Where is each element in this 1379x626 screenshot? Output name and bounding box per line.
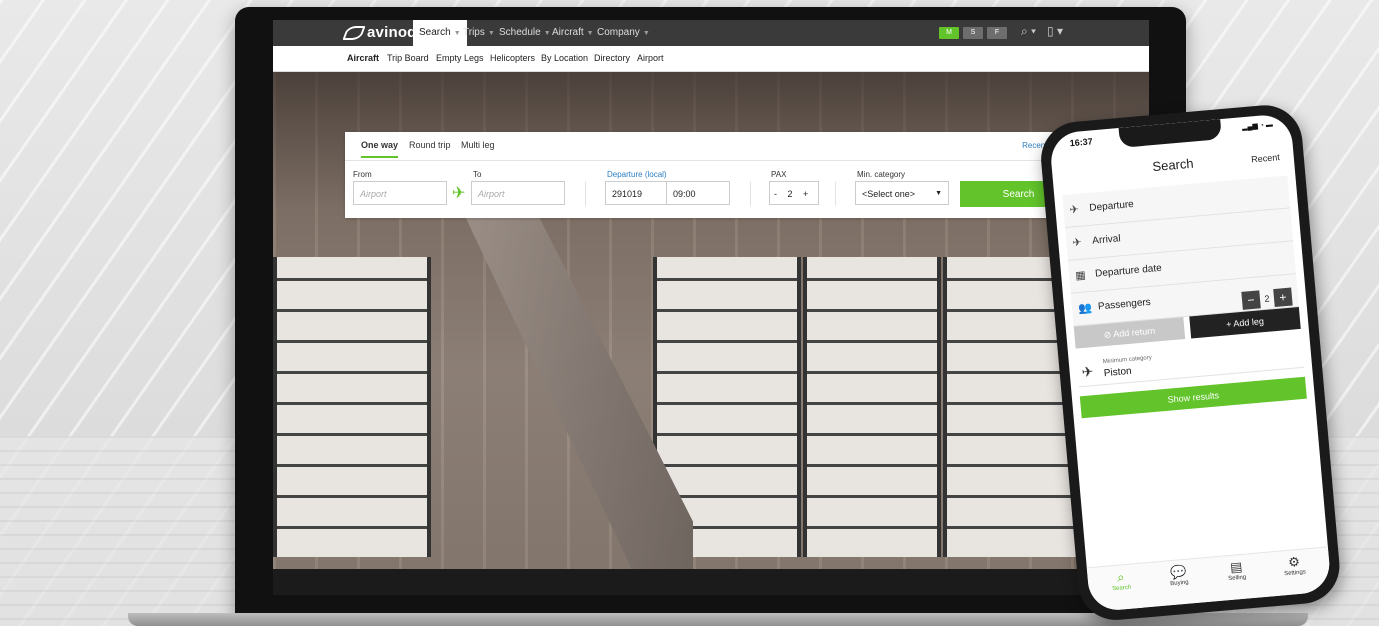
nav-company[interactable]: Company ▼ — [591, 20, 656, 46]
plus-button[interactable]: + — [1273, 287, 1293, 308]
nav-search-label: Search — [419, 27, 451, 38]
pill-m[interactable]: M — [939, 27, 959, 39]
departure-label: Departure (local) — [607, 170, 667, 179]
passengers-row-label: Passengers — [1097, 296, 1152, 313]
divider — [585, 182, 586, 206]
departure-date-row-label: Departure date — [1094, 262, 1163, 280]
subnav-by-location[interactable]: By Location — [541, 46, 588, 71]
minus-button[interactable]: − — [1241, 290, 1261, 310]
search-form: One way Round trip Multi leg Recent Trip… — [345, 132, 1077, 218]
nav-company-label: Company — [597, 27, 640, 38]
pill-f[interactable]: F — [987, 27, 1007, 39]
phone-notch — [1118, 119, 1222, 148]
pax-minus-button[interactable]: - — [774, 189, 777, 199]
departure-date-input[interactable]: 291019 — [605, 181, 667, 205]
landing-icon: ✈ — [1071, 236, 1083, 250]
to-input[interactable]: Airport — [471, 181, 565, 205]
status-icons: ▂▄▆ ◔ ▬ — [1241, 121, 1274, 132]
tab-selling[interactable]: ▤ Selling — [1211, 557, 1263, 583]
tab-settings[interactable]: ⚙ Settings — [1268, 552, 1320, 578]
subnav-helicopters[interactable]: Helicopters — [490, 46, 535, 71]
subnav-airport[interactable]: Airport — [637, 46, 664, 71]
tab-buying[interactable]: 💬 Buying — [1153, 562, 1205, 588]
hangar-window — [803, 257, 941, 557]
tab-search[interactable]: ⌕ Search — [1095, 567, 1147, 593]
from-input[interactable]: Airport — [353, 181, 447, 205]
laptop-screen: avinode Search ▼ Trips ▼ Schedule ▼ Aircraf… — [273, 20, 1149, 569]
airplane-icon: ✈ — [452, 185, 466, 202]
tab-divider — [345, 160, 1077, 161]
chevron-down-icon: ▼ — [642, 30, 650, 37]
tab-selling-label: Selling — [1228, 574, 1247, 583]
mobile-search-list: ✈ Departure ✈ Arrival ▦ Departure date 👥 Pas… — [1062, 175, 1299, 327]
to-label: To — [473, 170, 482, 179]
tab-one-way[interactable]: One way — [361, 140, 399, 158]
phone-screen: 16:37 ▂▄▆ ◔ ▬ Search Recent ✈ Departure ✈… — [1048, 112, 1332, 613]
hangar-window — [273, 257, 431, 557]
divider — [750, 182, 751, 206]
from-label: From — [353, 170, 372, 179]
divider — [835, 182, 836, 206]
subnav-aircraft[interactable]: Aircraft — [347, 46, 379, 71]
pax-stepper[interactable]: - 2 + — [769, 181, 819, 205]
nav-aircraft-label: Aircraft — [552, 27, 584, 38]
tab-buying-label: Buying — [1170, 579, 1189, 588]
category-select[interactable]: <Select one> ▼ — [855, 181, 949, 205]
sub-navigation: Aircraft Trip Board Empty Legs Helicopte… — [273, 46, 1149, 72]
subnav-directory[interactable]: Directory — [594, 46, 630, 71]
pill-s[interactable]: S — [963, 27, 983, 39]
nav-schedule-label: Schedule — [499, 27, 541, 38]
pax-label: PAX — [771, 170, 787, 179]
nav-trips-label: Trips — [463, 27, 485, 38]
departure-local-text: (local) — [644, 170, 667, 179]
avinode-logo-icon — [342, 26, 366, 41]
airplane-icon: ✈ — [1081, 363, 1095, 381]
search-icon[interactable]: ⌕ ▾ — [1021, 24, 1036, 39]
takeoff-icon: ✈ — [1069, 203, 1080, 217]
chevron-down-icon: ▼ — [935, 190, 942, 197]
tab-search-label: Search — [1111, 584, 1132, 593]
calendar-icon: ▦ — [1074, 269, 1087, 283]
pax-value: 2 — [787, 189, 793, 199]
top-navigation: avinode Search ▼ Trips ▼ Schedule ▼ Aircraf… — [273, 20, 1149, 46]
tab-multi-leg[interactable]: Multi leg — [461, 140, 495, 156]
min-category-value: Piston — [1103, 365, 1133, 380]
subnav-trip-board[interactable]: Trip Board — [387, 46, 429, 71]
arrival-row-label: Arrival — [1091, 233, 1122, 247]
mobile-tab-bar: ⌕ Search 💬 Buying ▤ Selling ⚙ Settings — [1086, 546, 1332, 613]
user-icon[interactable]: ▯ ▾ — [1047, 24, 1063, 38]
departure-label-text: Departure — [607, 170, 643, 179]
status-time: 16:37 — [1069, 136, 1094, 149]
tab-round-trip[interactable]: Round trip — [409, 140, 451, 156]
category-select-value: <Select one> — [862, 189, 916, 199]
laptop-bezel — [273, 569, 1149, 595]
pax-plus-button[interactable]: + — [803, 189, 808, 199]
min-category-label: Minimum category — [1102, 354, 1153, 366]
people-icon: 👥 — [1077, 302, 1093, 316]
departure-row-label: Departure — [1088, 198, 1135, 214]
phone-frame: 16:37 ▂▄▆ ◔ ▬ Search Recent ✈ Departure ✈… — [1038, 102, 1343, 624]
departure-time-input[interactable]: 09:00 — [666, 181, 730, 205]
tab-settings-label: Settings — [1283, 569, 1307, 578]
subnav-empty-legs[interactable]: Empty Legs — [436, 46, 484, 71]
category-label: Min. category — [857, 170, 906, 179]
